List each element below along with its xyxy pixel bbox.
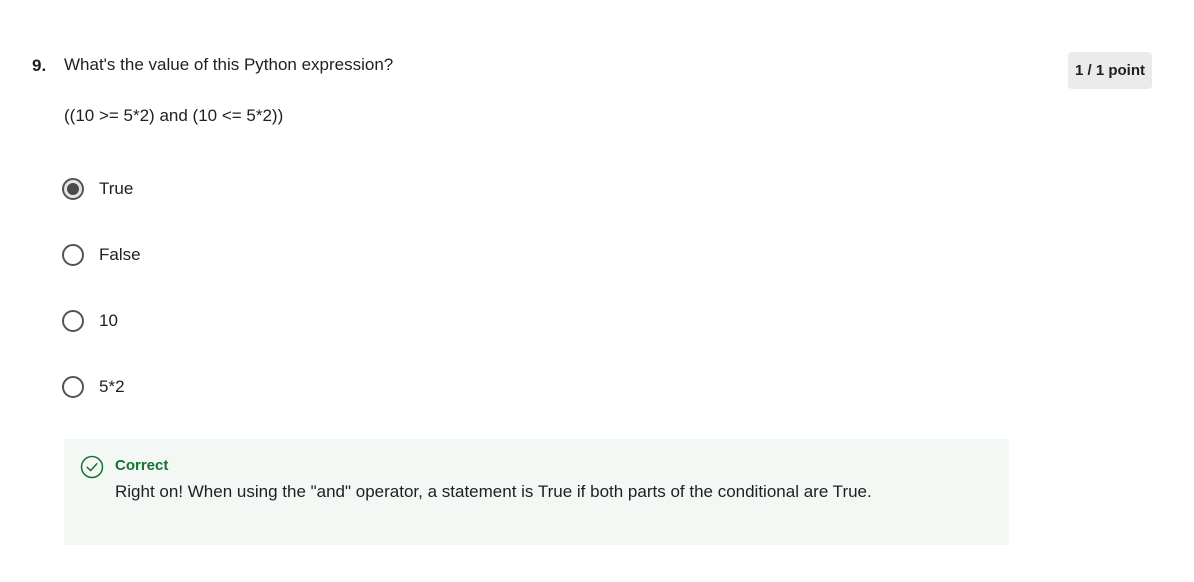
score-badge: 1 / 1 point bbox=[1068, 52, 1152, 89]
feedback-panel: Correct Right on! When using the "and" o… bbox=[64, 439, 1009, 545]
radio-unselected-icon[interactable] bbox=[62, 376, 84, 398]
option-label: False bbox=[99, 245, 141, 264]
feedback-message: Right on! When using the "and" operator,… bbox=[115, 482, 872, 501]
question-number: 9. bbox=[32, 56, 47, 75]
answer-options: True False 10 5*2 bbox=[62, 176, 141, 440]
feedback-status: Correct bbox=[115, 457, 169, 474]
question-title: What's the value of this Python expressi… bbox=[64, 55, 394, 74]
radio-unselected-icon[interactable] bbox=[62, 244, 84, 266]
quiz-question: 9. What's the value of this Python expre… bbox=[0, 0, 1194, 582]
question-expression: ((10 >= 5*2) and (10 <= 5*2)) bbox=[64, 106, 284, 125]
option-label: 10 bbox=[99, 311, 118, 330]
check-circle-icon bbox=[80, 455, 104, 479]
option-10[interactable]: 10 bbox=[62, 308, 141, 334]
option-label: True bbox=[99, 179, 134, 198]
radio-selected-icon[interactable] bbox=[62, 178, 84, 200]
option-5x2[interactable]: 5*2 bbox=[62, 374, 141, 400]
option-true[interactable]: True bbox=[62, 176, 141, 202]
radio-unselected-icon[interactable] bbox=[62, 310, 84, 332]
option-false[interactable]: False bbox=[62, 242, 141, 268]
option-label: 5*2 bbox=[99, 377, 125, 396]
